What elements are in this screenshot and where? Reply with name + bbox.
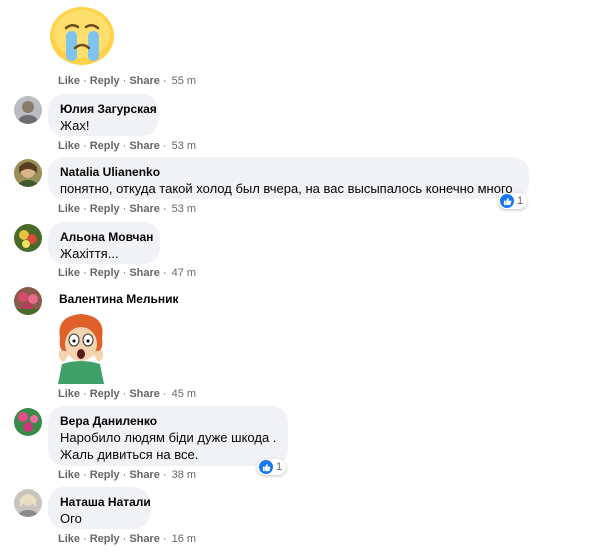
reply-button[interactable]: Reply [90,267,120,279]
comment-timestamp[interactable]: 47 m [170,267,196,279]
avatar[interactable] [14,408,42,436]
comment-bubble: Альона Мовчан Жахіття... [48,222,160,264]
avatar[interactable] [14,489,42,517]
comment-timestamp[interactable]: 53 m [170,203,196,215]
comment-actions: Like · Reply · Share · 55 m [58,75,197,87]
reaction-count[interactable]: 1 [498,193,528,209]
like-button[interactable]: Like [58,469,80,481]
crying-face-sticker [48,4,116,66]
comment-timestamp[interactable]: 55 m [170,75,196,87]
commenter-name[interactable]: Вера Даниленко [60,413,276,429]
comment-text: понятно, откуда такой холод был вчера, н… [60,181,513,196]
comment-actions: Like · Reply · Share · 53 m [58,203,197,215]
share-button[interactable]: Share [129,140,160,152]
comment-text: Жах! [60,118,90,133]
comment-text: Жахіття... [60,246,119,261]
reaction-count[interactable]: 1 [257,459,287,475]
share-button[interactable]: Share [129,388,160,400]
like-button[interactable]: Like [58,533,80,545]
comment-actions: Like · Reply · Share · 47 m [58,267,197,279]
comment-bubble: Наташа Натали Ого [48,487,151,529]
comment-bubble: Natalia Ulianenko понятно, откуда такой … [48,157,529,199]
reply-button[interactable]: Reply [90,388,120,400]
like-reaction-icon [500,194,514,208]
like-button[interactable]: Like [58,388,80,400]
like-button[interactable]: Like [58,267,80,279]
commenter-name[interactable]: Наташа Натали [60,494,151,510]
like-button[interactable]: Like [58,203,80,215]
comment-bubble: Вера Даниленко Наробило людям біди дуже … [48,406,288,466]
share-button[interactable]: Share [129,469,160,481]
share-button[interactable]: Share [129,267,160,279]
like-button[interactable]: Like [58,75,80,87]
like-reaction-icon [259,460,273,474]
commenter-name[interactable]: Юлия Загурская [60,101,157,117]
comment-actions: Like · Reply · Share · 53 m [58,140,197,152]
comment-text: Ого [60,511,82,526]
reply-button[interactable]: Reply [90,203,120,215]
comment-timestamp[interactable]: 16 m [170,533,196,545]
avatar[interactable] [14,159,42,187]
share-button[interactable]: Share [129,75,160,87]
reply-button[interactable]: Reply [90,469,120,481]
commenter-name[interactable]: Валентина Мельник [59,292,179,306]
comment-actions: Like · Reply · Share · 16 m [58,533,197,545]
comment-text: Наробило людям біди дуже шкода . [60,430,277,445]
reply-button[interactable]: Reply [90,75,120,87]
comment-text: Жаль дивиться на все. [60,447,199,462]
commenter-name[interactable]: Natalia Ulianenko [60,164,517,180]
comment-timestamp[interactable]: 38 m [170,469,196,481]
cartoon-woman-sticker [50,310,112,384]
share-button[interactable]: Share [129,203,160,215]
comment-actions: Like · Reply · Share · 45 m [58,388,197,400]
reply-button[interactable]: Reply [90,533,120,545]
avatar[interactable] [14,287,42,315]
comment-bubble: Юлия Загурская Жах! [48,94,158,136]
avatar[interactable] [14,96,42,124]
like-button[interactable]: Like [58,140,80,152]
comment-timestamp[interactable]: 45 m [170,388,196,400]
commenter-name[interactable]: Альона Мовчан [60,229,153,245]
avatar[interactable] [14,224,42,252]
reply-button[interactable]: Reply [90,140,120,152]
comment-timestamp[interactable]: 53 m [170,140,196,152]
comment-actions: Like · Reply · Share · 38 m [58,469,197,481]
share-button[interactable]: Share [129,533,160,545]
